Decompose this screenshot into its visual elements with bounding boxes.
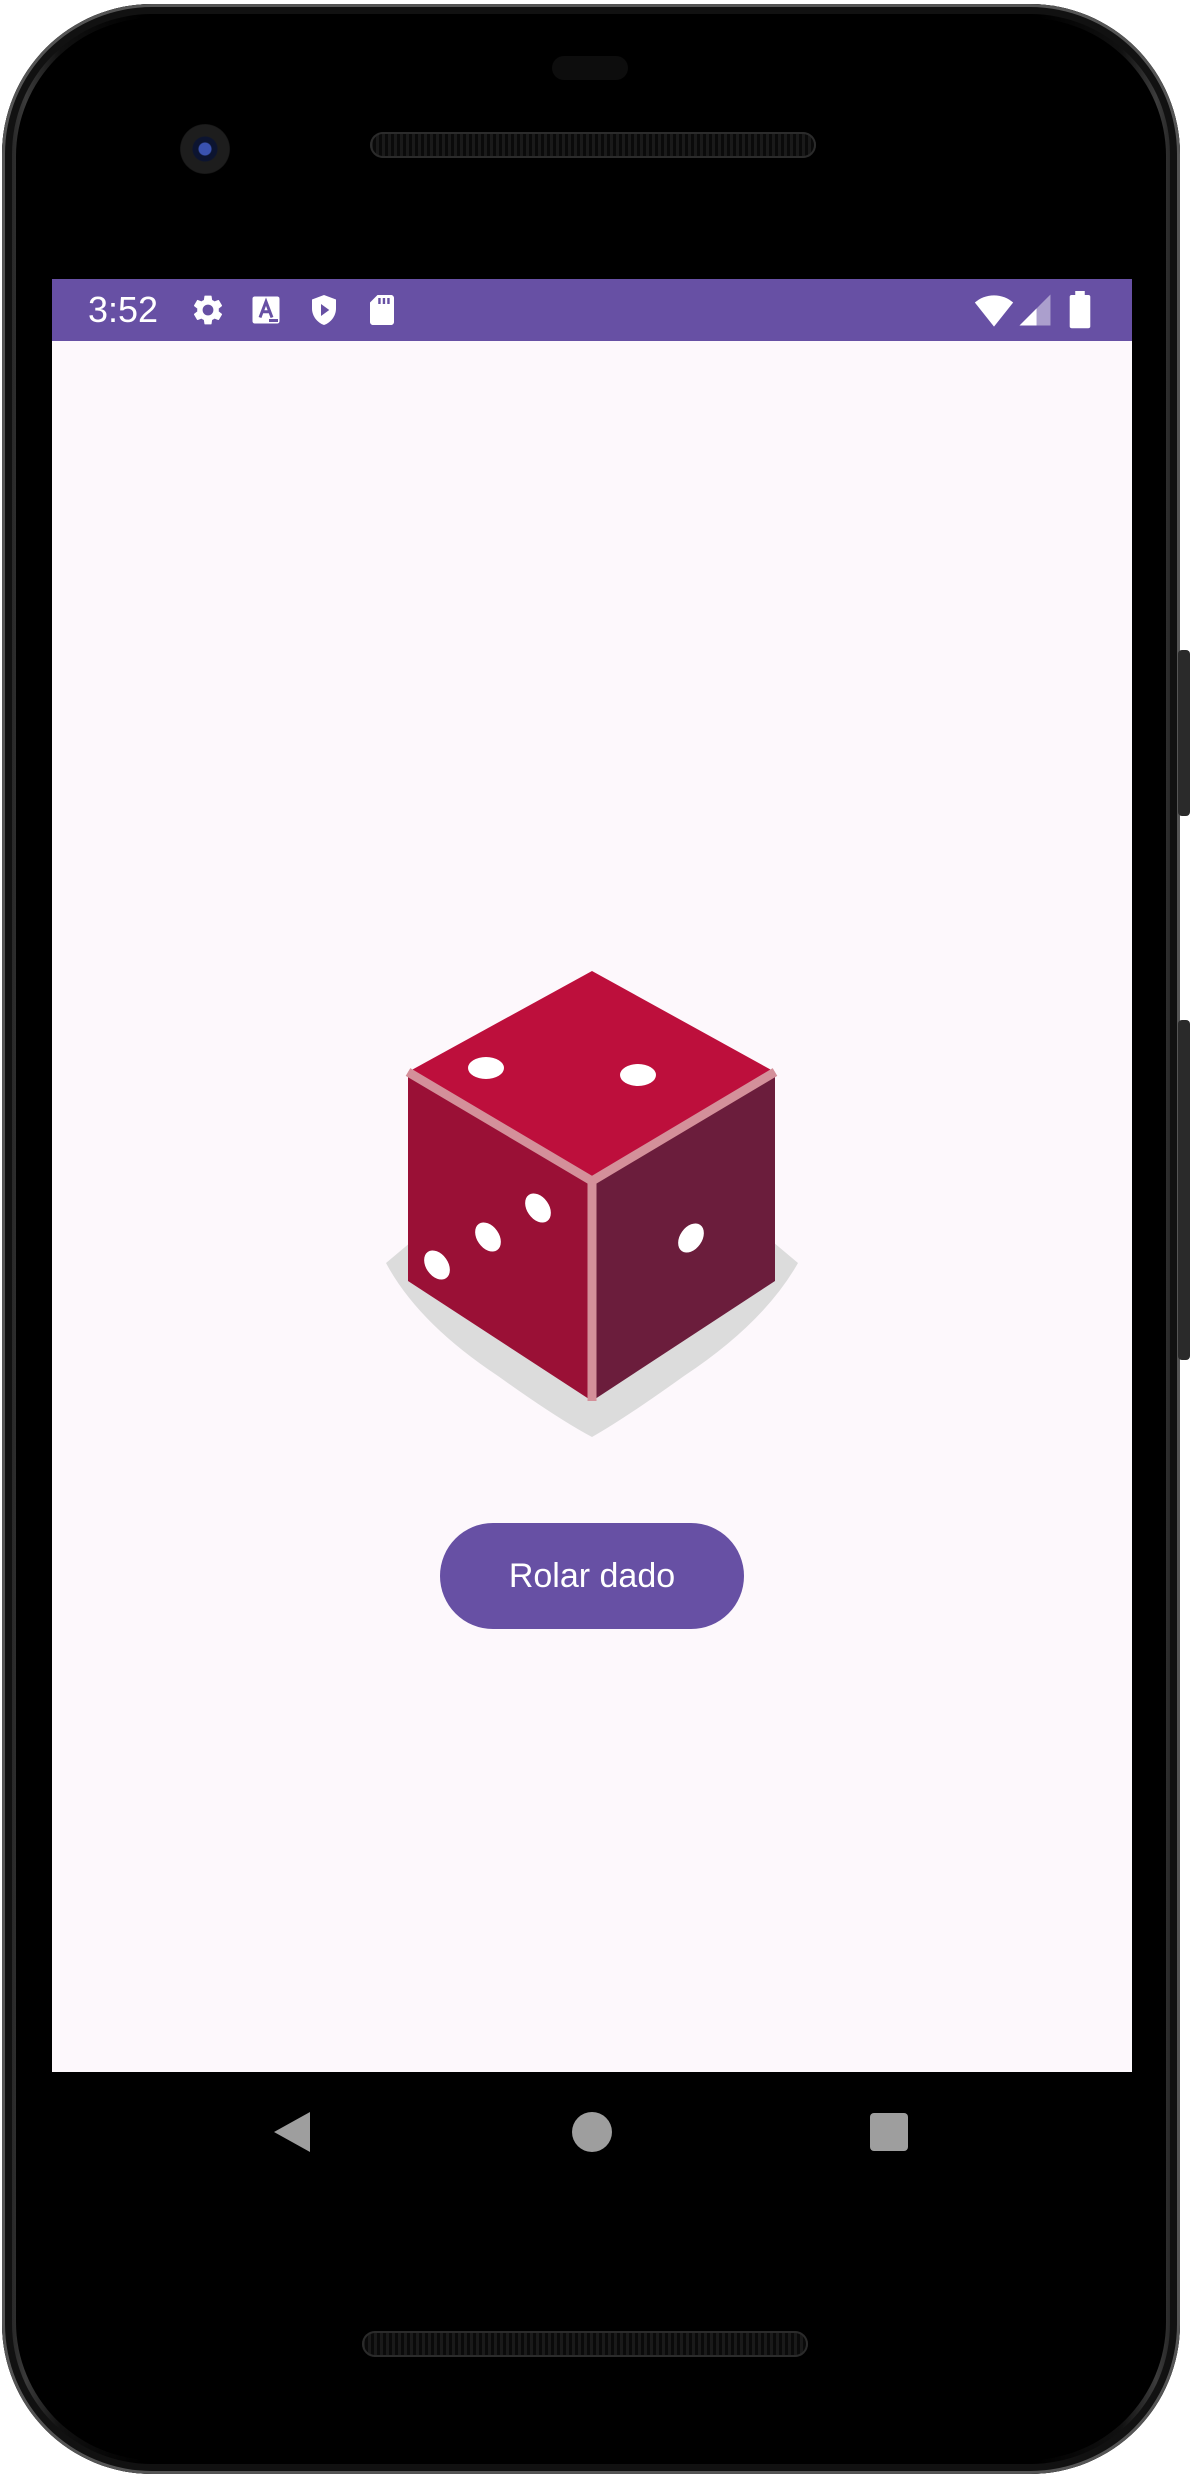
- status-bar: 3:52: [52, 279, 1132, 341]
- proximity-sensor: [552, 56, 628, 80]
- home-icon[interactable]: [572, 2112, 612, 2152]
- sd-card-icon: [370, 295, 394, 325]
- shield-play-icon: [312, 295, 336, 325]
- roll-dice-button[interactable]: Rolar dado: [440, 1523, 744, 1629]
- dice-image: [386, 971, 798, 1437]
- gear-icon: [193, 295, 223, 325]
- power-button: [1178, 650, 1190, 816]
- status-time: 3:52: [88, 289, 159, 330]
- device-screen: 3:52 Rolar dado: [52, 279, 1132, 2072]
- dice-icon: [386, 971, 798, 1437]
- bottom-speaker: [362, 2331, 808, 2357]
- cell-signal-icon: [1019, 294, 1051, 326]
- front-camera: [180, 124, 230, 174]
- dice-pip: [620, 1064, 656, 1086]
- volume-button: [1178, 1020, 1190, 1360]
- text-a-icon: [252, 296, 280, 324]
- dice-pip: [468, 1057, 504, 1079]
- recents-icon[interactable]: [870, 2113, 908, 2151]
- earpiece-speaker: [370, 132, 816, 158]
- wifi-icon: [974, 295, 1014, 327]
- back-icon[interactable]: [272, 2110, 312, 2154]
- battery-icon: [1069, 291, 1091, 329]
- app-content: Rolar dado: [52, 341, 1132, 2072]
- navigation-bar: [52, 2072, 1132, 2198]
